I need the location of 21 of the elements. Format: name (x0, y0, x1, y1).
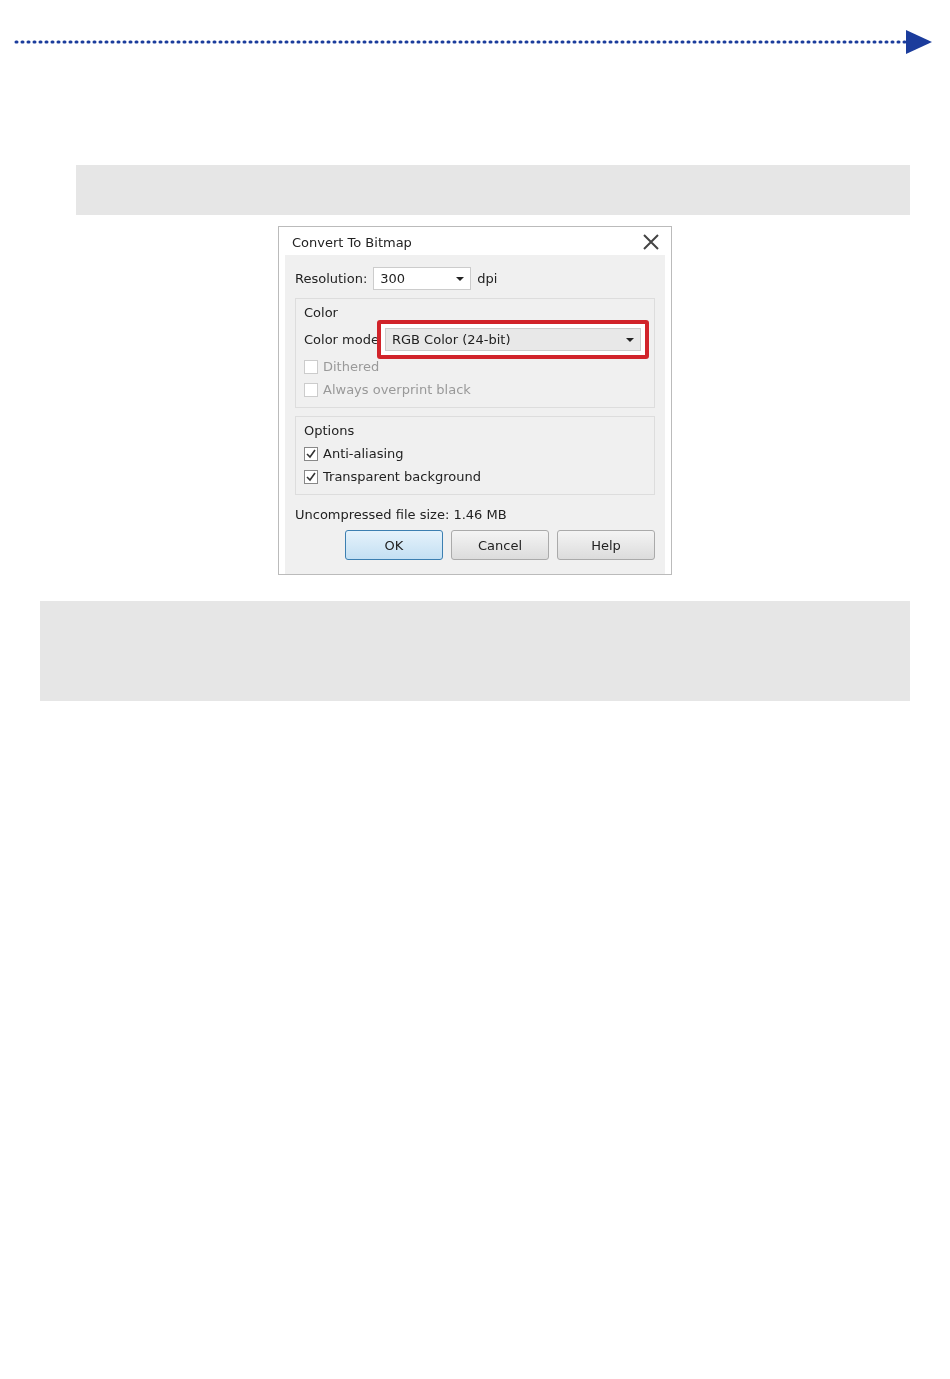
color-mode-dropdown[interactable]: RGB Color (24-bit) (384, 328, 641, 351)
dialog-button[interactable]: Help (557, 530, 655, 560)
checkbox-label: Always overprint black (323, 382, 471, 397)
dialog-button[interactable]: OK (345, 530, 443, 560)
color-mode-label: Color mode (304, 332, 379, 347)
checkbox-label: Dithered (323, 359, 380, 374)
checkbox-label: Anti-aliasing (323, 446, 404, 461)
checkbox[interactable] (304, 446, 318, 461)
resolution-label: Resolution: (295, 271, 368, 286)
close-icon[interactable] (643, 234, 659, 250)
checkbox[interactable] (304, 469, 318, 484)
group-title: Options (304, 423, 355, 438)
caret-icon (456, 276, 465, 281)
dialog-button[interactable]: Cancel (451, 530, 549, 560)
group-title: Color (304, 305, 338, 320)
window-title: Convert To Bitmap (292, 234, 412, 250)
resolution-dropdown[interactable]: 300 (373, 267, 472, 290)
caret-icon (625, 337, 634, 342)
unit-label: dpi (477, 271, 498, 286)
file-size-text: Uncompressed file size: 1.46 MB (295, 507, 508, 522)
checkbox-label: Transparent background (323, 469, 481, 484)
